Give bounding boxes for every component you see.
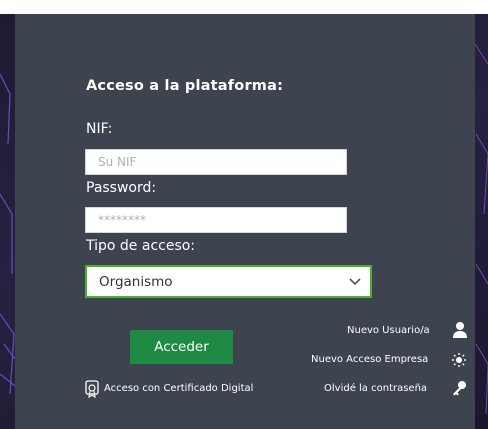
forgot-password-link[interactable]: Olvidé la contraseña: [324, 383, 427, 394]
company-icon[interactable]: [451, 352, 467, 368]
key-icon[interactable]: [451, 380, 467, 396]
password-input[interactable]: [85, 207, 347, 233]
access-type-value: Organismo: [99, 274, 173, 290]
login-panel: Acceso a la plataforma: NIF: Password: T…: [15, 14, 475, 429]
form-title: Acceso a la plataforma:: [86, 78, 284, 94]
new-company-link[interactable]: Nuevo Acceso Empresa: [311, 354, 428, 365]
certificate-icon: [85, 380, 99, 398]
chevron-down-icon: [349, 278, 361, 286]
access-type-label: Tipo de acceso:: [86, 238, 196, 254]
login-button[interactable]: Acceder: [130, 330, 233, 364]
nif-input[interactable]: [85, 149, 347, 175]
certificate-login-link[interactable]: Acceso con Certificado Digital: [104, 383, 253, 394]
password-label: Password:: [86, 180, 157, 196]
user-icon[interactable]: [452, 321, 468, 339]
access-type-select[interactable]: Organismo: [85, 265, 372, 298]
nif-label: NIF:: [86, 121, 113, 137]
new-user-link[interactable]: Nuevo Usuario/a: [347, 325, 430, 336]
